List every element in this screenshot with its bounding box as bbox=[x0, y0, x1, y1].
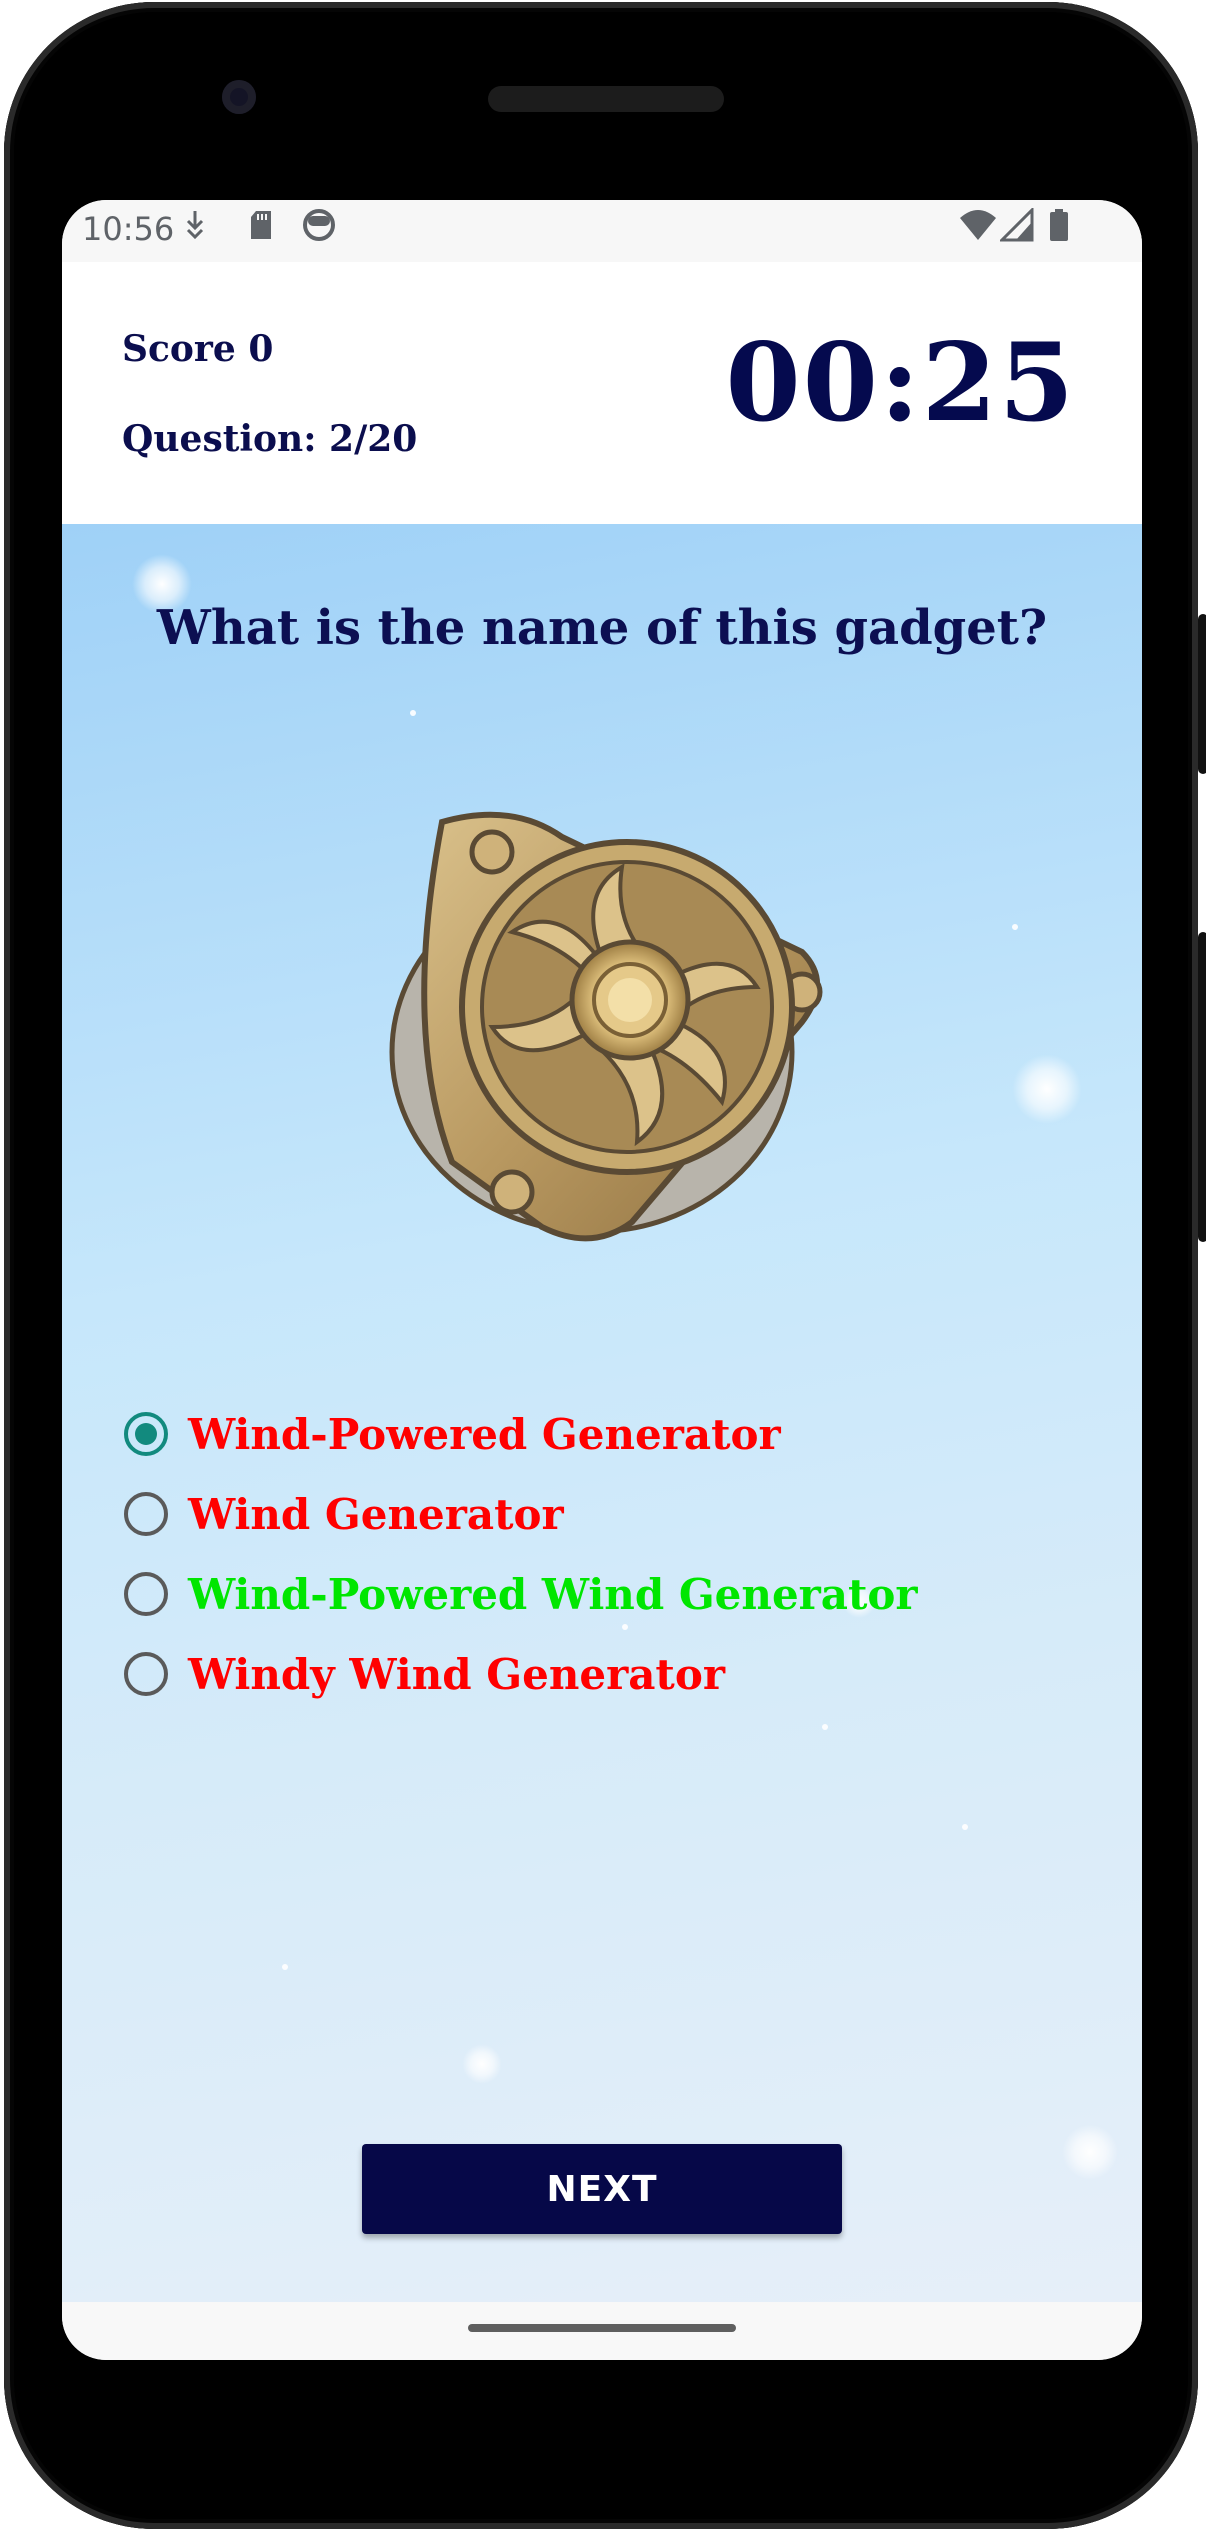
navigation-bar bbox=[62, 2302, 1142, 2360]
quiz-header: Score 0 Question: 2/20 00:25 bbox=[62, 262, 1142, 524]
answer-option[interactable]: Wind-Powered Generator bbox=[124, 1394, 1084, 1474]
answer-options: Wind-Powered Generator Wind Generator Wi… bbox=[124, 1394, 1084, 1714]
radio-button[interactable] bbox=[124, 1492, 168, 1536]
sd-card-icon bbox=[248, 208, 274, 250]
star-dot bbox=[962, 1824, 968, 1830]
answer-option-label: Windy Wind Generator bbox=[188, 1649, 725, 1699]
power-button bbox=[1198, 614, 1206, 774]
sparkle-decoration bbox=[1062, 2124, 1118, 2180]
wind-generator-gadget-image bbox=[389, 811, 823, 1242]
earpiece-speaker bbox=[488, 86, 724, 112]
status-bar: 10:56 bbox=[62, 200, 1142, 262]
status-time: 10:56 bbox=[82, 210, 175, 248]
answer-option-label: Wind Generator bbox=[188, 1489, 564, 1539]
signal-icon bbox=[998, 206, 1036, 250]
star-dot bbox=[1012, 924, 1018, 930]
radio-button[interactable] bbox=[124, 1572, 168, 1616]
answer-option[interactable]: Windy Wind Generator bbox=[124, 1634, 1084, 1714]
answer-option-label: Wind-Powered Wind Generator bbox=[188, 1569, 918, 1619]
star-dot bbox=[282, 1964, 288, 1970]
next-button[interactable]: NEXT bbox=[362, 2144, 842, 2234]
answer-option-label: Wind-Powered Generator bbox=[188, 1409, 781, 1459]
star-dot bbox=[822, 1724, 828, 1730]
radio-button-selected[interactable] bbox=[124, 1412, 168, 1456]
score-label: Score 0 bbox=[122, 328, 274, 370]
face-icon bbox=[302, 208, 336, 250]
sparkle-decoration bbox=[1012, 1054, 1082, 1124]
star-dot bbox=[410, 710, 416, 716]
screen: 10:56 Score 0 Question: 2/20 00:25 What … bbox=[62, 200, 1142, 2360]
question-counter: Question: 2/20 bbox=[122, 418, 418, 460]
quiz-content: What is the name of this gadget? Wind-Po… bbox=[62, 524, 1142, 2302]
answer-option[interactable]: Wind Generator bbox=[124, 1474, 1084, 1554]
volume-button bbox=[1198, 932, 1206, 1242]
download-icon bbox=[184, 208, 206, 250]
battery-icon bbox=[1048, 208, 1070, 250]
home-gesture-handle[interactable] bbox=[468, 2324, 736, 2332]
countdown-timer: 00:25 bbox=[725, 320, 1076, 446]
answer-option[interactable]: Wind-Powered Wind Generator bbox=[124, 1554, 1084, 1634]
radio-button[interactable] bbox=[124, 1652, 168, 1696]
phone-frame: 10:56 Score 0 Question: 2/20 00:25 What … bbox=[4, 2, 1206, 2529]
question-text: What is the name of this gadget? bbox=[156, 600, 1048, 656]
front-camera bbox=[222, 80, 256, 114]
wifi-icon bbox=[958, 208, 998, 250]
sparkle-decoration bbox=[462, 2044, 502, 2084]
